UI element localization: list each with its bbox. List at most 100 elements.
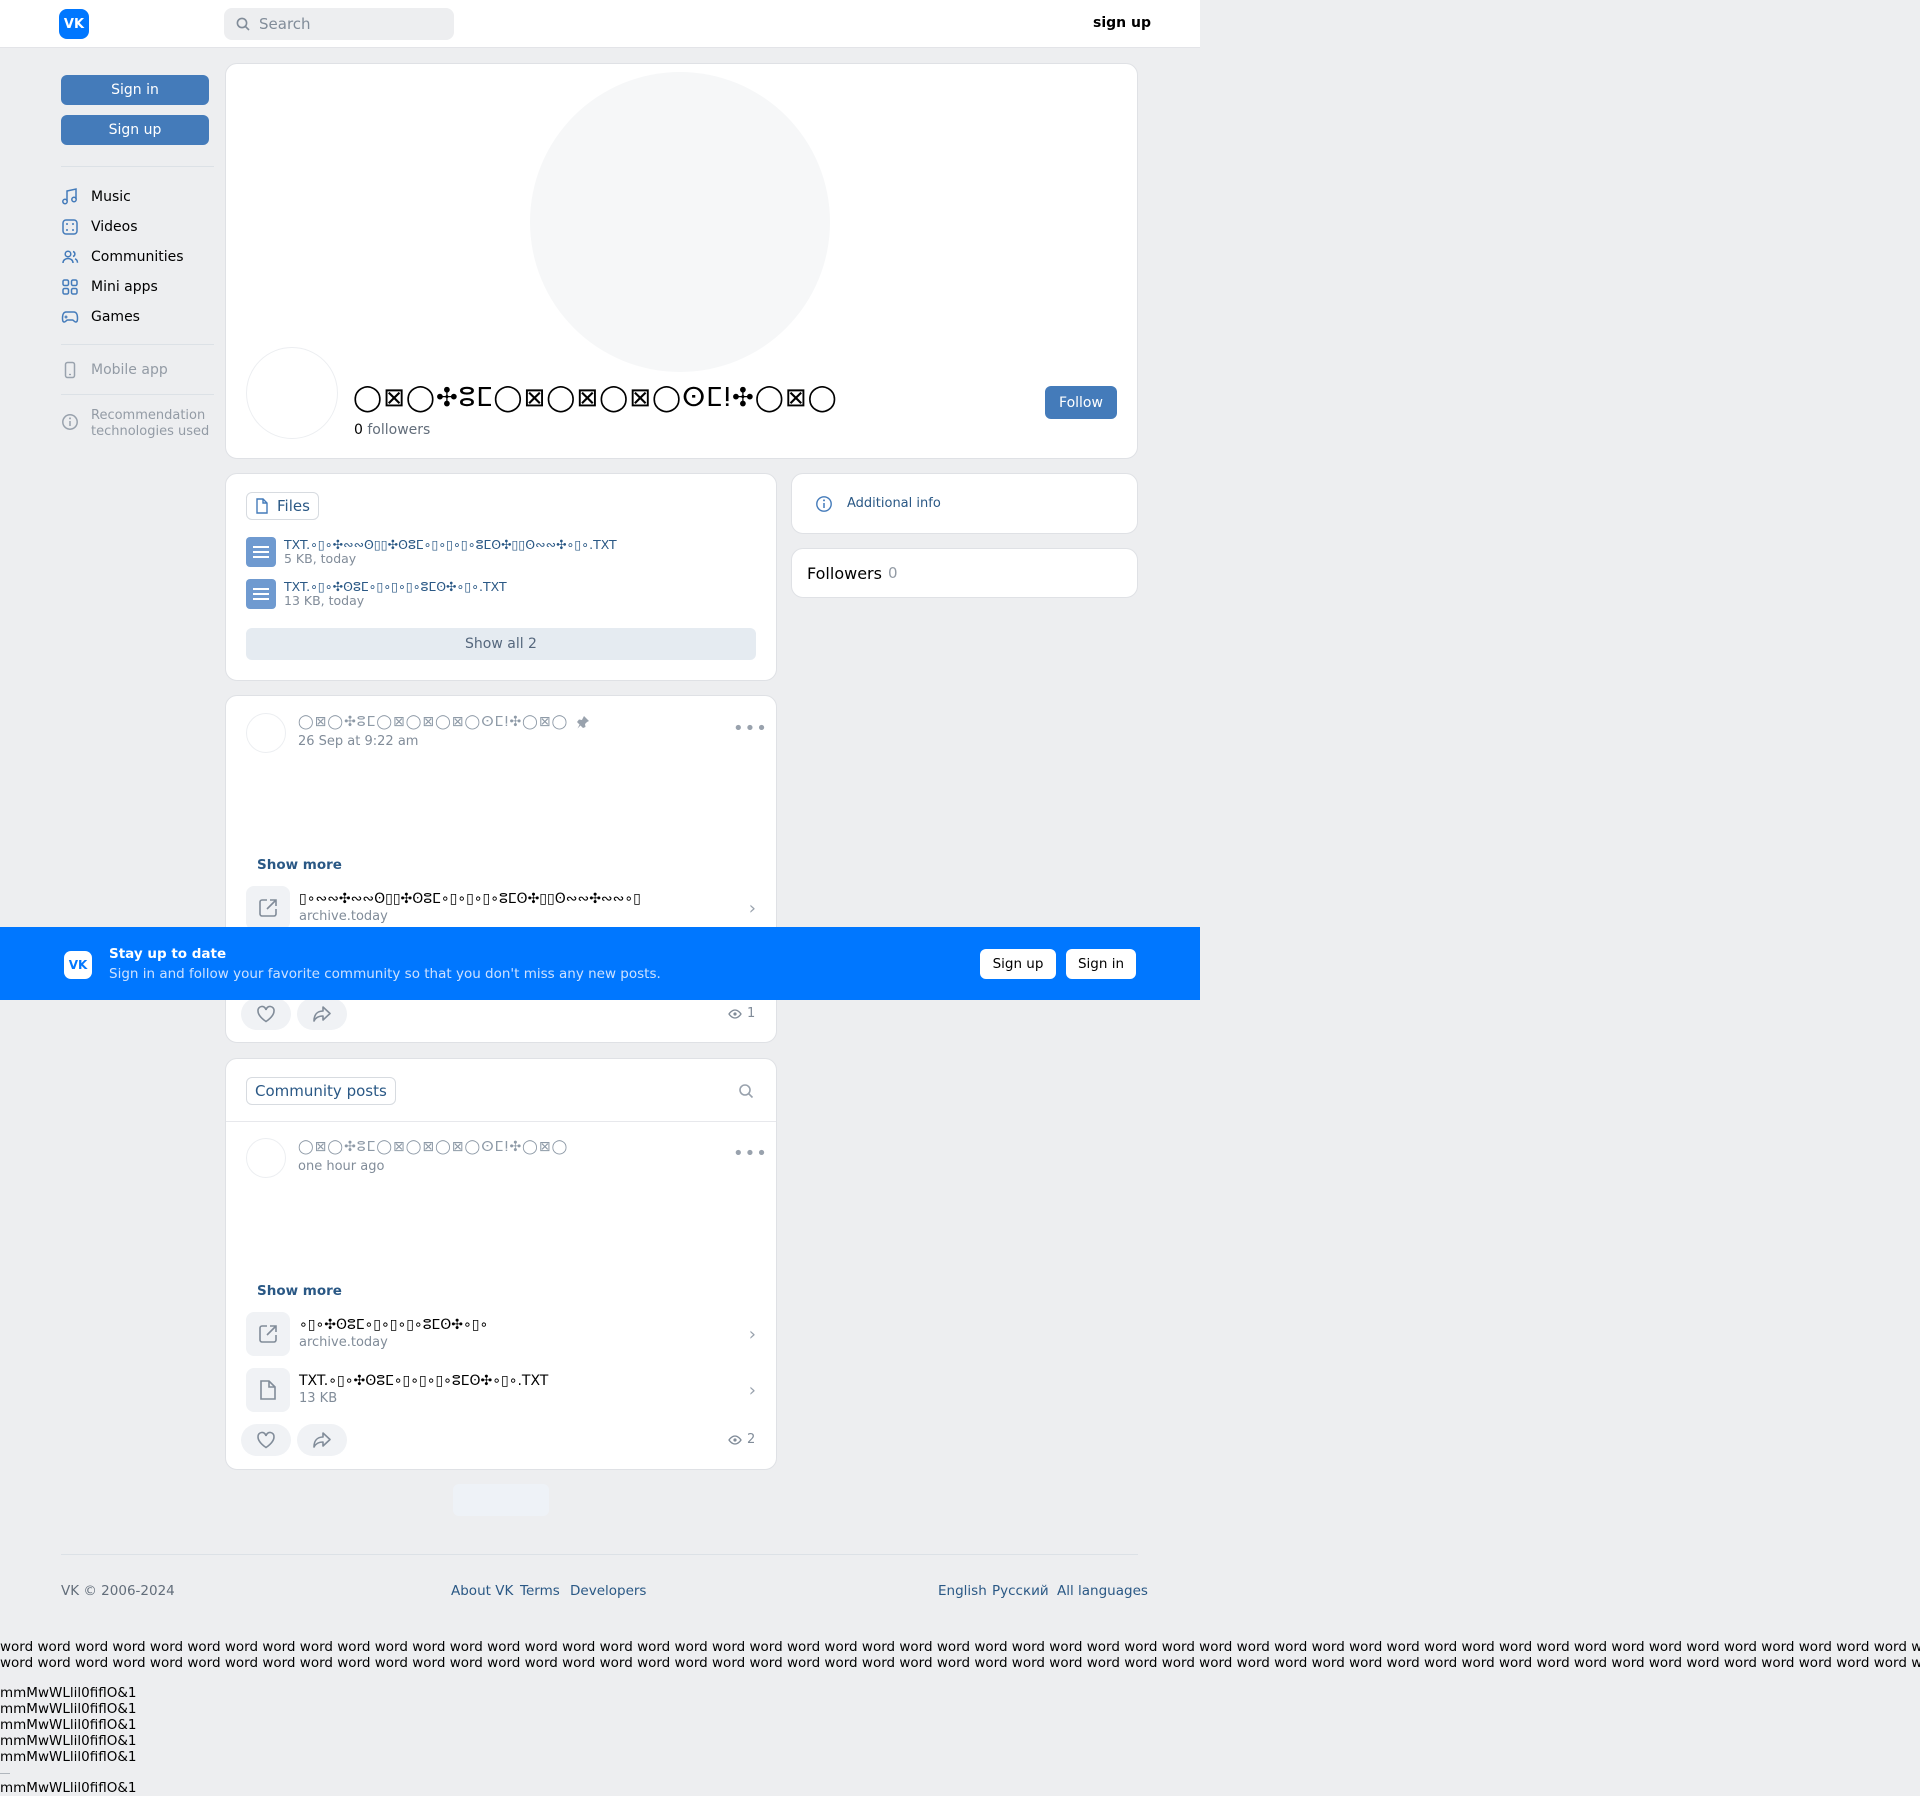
top-bar <box>0 0 1200 48</box>
search-icon <box>236 17 250 31</box>
views-count: 1 <box>747 1006 756 1021</box>
sidebar-item-videos[interactable]: Videos <box>61 218 138 236</box>
mini-apps-icon <box>62 279 78 295</box>
additional-info-card[interactable]: Additional info <box>791 473 1138 534</box>
sidebar-item-label: Videos <box>91 219 138 235</box>
additional-info-link[interactable]: Additional info <box>815 495 941 513</box>
glyph-test-line: mmMwWLlil0fiflO&1 <box>0 1749 137 1765</box>
footer-link-developers[interactable]: Developers <box>570 1583 646 1599</box>
sidebar-item-label: Mini apps <box>91 279 158 295</box>
post-time[interactable]: 26 Sep at 9:22 am <box>298 734 418 749</box>
footer-link-about[interactable]: About VK <box>451 1583 513 1599</box>
glyph-test-line: mmMwWLlil0fiflO&1 <box>0 1780 137 1796</box>
post-header: ◯⊠◯✣ⵓⵎ◯⊠◯⊠◯⊠◯ⵙⵎⵑ✣◯⊠◯ <box>298 714 590 730</box>
header-signup-link[interactable]: sign up <box>1093 15 1151 31</box>
banner-sign-up-button[interactable]: Sign up <box>980 949 1056 979</box>
community-name: ◯⊠◯✣ⵓⵎ◯⊠◯⊠◯⊠◯ⵙⵎⵑ✣◯⊠◯ <box>353 383 838 413</box>
community-posts-tab[interactable]: Community posts <box>246 1077 396 1105</box>
followers-card[interactable]: Followers 0 <box>791 548 1138 598</box>
community-followers[interactable]: 0 followers <box>354 422 430 438</box>
chevron-right-icon: › <box>748 897 756 919</box>
link-attachment[interactable]: ▯∘∾∾✣∾∾ʘ▯▯✣ʘⵓⵎ∘▯∘▯∘▯∘ⵓⵎʘ✣▯▯ʘ∾∾✣∾∾∘▯ arch… <box>246 886 756 930</box>
additional-info-label: Additional info <box>847 496 941 511</box>
sidebar-sign-up-button[interactable]: Sign up <box>61 115 209 145</box>
sidebar-item-games[interactable]: Games <box>61 308 140 326</box>
file-meta: 5 KB, today <box>284 551 357 566</box>
external-link-icon <box>246 1312 290 1356</box>
community-avatar[interactable] <box>246 347 338 439</box>
post-author-name[interactable]: ◯⊠◯✣ⵓⵎ◯⊠◯⊠◯⊠◯ⵙⵎⵑ✣◯⊠◯ <box>298 1139 568 1155</box>
sidebar-sign-in-button[interactable]: Sign in <box>61 75 209 105</box>
file-size: 13 KB <box>299 1391 338 1406</box>
sidebar-item-communities[interactable]: Communities <box>61 248 184 266</box>
word-test-line: word word word word word word word word … <box>0 1639 1920 1655</box>
follow-button[interactable]: Follow <box>1045 386 1117 419</box>
banner-title: Stay up to date <box>109 946 227 962</box>
gamepad-icon <box>61 311 79 323</box>
file-attachment[interactable]: TXT.∘▯∘✣ʘⵓⵎ∘▯∘▯∘▯∘ⵓⵎʘ✣∘▯∘.TXT 13 KB › <box>246 1368 756 1412</box>
sidebar-mobile-app[interactable]: Mobile app <box>61 361 168 379</box>
file-item[interactable]: TXT.∘▯∘✣ʘⵓⵎ∘▯∘▯∘▯∘ⵓⵎʘ✣∘▯∘.TXT 13 KB, tod… <box>246 579 507 609</box>
sidebar-item-mini-apps[interactable]: Mini apps <box>61 278 158 296</box>
eye-icon <box>728 1434 742 1445</box>
show-all-files-button[interactable]: Show all 2 <box>246 628 756 660</box>
search-input[interactable]: Search <box>224 8 454 40</box>
post-author-name[interactable]: ◯⊠◯✣ⵓⵎ◯⊠◯⊠◯⊠◯ⵙⵎⵑ✣◯⊠◯ <box>298 714 568 730</box>
music-icon <box>62 188 77 205</box>
footer-lang-english[interactable]: English <box>938 1583 987 1599</box>
more-options-icon[interactable]: ••• <box>733 1143 768 1164</box>
followers-card-title: Followers <box>807 563 882 583</box>
post-author-avatar[interactable] <box>246 713 286 753</box>
show-more-link[interactable]: Show more <box>257 1283 342 1299</box>
sidebar-item-label: Games <box>91 309 140 325</box>
footer-link-terms[interactable]: Terms <box>520 1583 560 1599</box>
file-name[interactable]: TXT.∘▯∘✣∾∾ʘ▯▯✣ʘⵓⵎ∘▯∘▯∘▯∘ⵓⵎʘ✣▯▯ʘ∾∾✣∘▯∘.TX… <box>284 538 617 552</box>
info-icon <box>62 414 78 430</box>
heart-icon <box>257 1005 275 1023</box>
show-more-link[interactable]: Show more <box>257 857 342 873</box>
text-file-icon <box>246 579 276 609</box>
like-button[interactable] <box>241 998 291 1030</box>
share-button[interactable] <box>297 1424 347 1456</box>
posts-search-icon[interactable] <box>738 1083 754 1103</box>
link-domain: archive.today <box>299 1335 388 1350</box>
banner-sign-in-button[interactable]: Sign in <box>1066 949 1136 979</box>
external-link-icon <box>246 886 290 930</box>
file-item[interactable]: TXT.∘▯∘✣∾∾ʘ▯▯✣ʘⵓⵎ∘▯∘▯∘▯∘ⵓⵎʘ✣▯▯ʘ∾∾✣∘▯∘.TX… <box>246 537 617 567</box>
glyph-test-line: mmMwWLlil0fiflO&1 <box>0 1733 137 1749</box>
cover-placeholder <box>530 72 830 372</box>
share-button[interactable] <box>297 998 347 1030</box>
link-attachment[interactable]: ∘▯∘✣ʘⵓⵎ∘▯∘▯∘▯∘ⵓⵎʘ✣∘▯∘ archive.today › <box>246 1312 756 1356</box>
footer-lang-all[interactable]: All languages <box>1057 1583 1148 1599</box>
file-meta: 13 KB, today <box>284 593 365 608</box>
sidebar-divider <box>61 394 214 395</box>
glyph-test-line: mmMwWLlil0fiflO&1 <box>0 1717 137 1733</box>
followers-label: followers <box>367 422 431 438</box>
link-domain: archive.today <box>299 909 388 924</box>
share-icon <box>313 1432 331 1448</box>
word-test-line: word word word word word word word word … <box>0 1655 1920 1671</box>
sidebar-divider <box>61 344 214 345</box>
phone-icon <box>64 361 76 379</box>
files-tab[interactable]: Files <box>246 492 319 520</box>
footer-divider <box>61 1554 1138 1555</box>
more-options-icon[interactable]: ••• <box>733 718 768 739</box>
chevron-right-icon: › <box>748 1379 756 1401</box>
footer-lang-russian[interactable]: Русский <box>992 1583 1049 1599</box>
like-button[interactable] <box>241 1424 291 1456</box>
file-name[interactable]: TXT.∘▯∘✣ʘⵓⵎ∘▯∘▯∘▯∘ⵓⵎʘ✣∘▯∘.TXT <box>284 580 507 594</box>
post-author-avatar[interactable] <box>246 1138 286 1178</box>
vk-logo[interactable]: VK <box>59 9 89 39</box>
chevron-right-icon: › <box>748 1323 756 1345</box>
community-posts-tab-label: Community posts <box>255 1082 387 1100</box>
banner-vk-logo: VK <box>64 951 92 979</box>
sidebar-recommendation[interactable]: Recommendation technologies used <box>61 408 211 440</box>
search-placeholder: Search <box>259 15 311 33</box>
document-icon <box>256 498 268 514</box>
document-icon <box>246 1368 290 1412</box>
eye-icon <box>728 1008 742 1019</box>
footer-copyright: VK © 2006-2024 <box>61 1583 175 1599</box>
sidebar-item-music[interactable]: Music <box>61 188 131 206</box>
link-title: ∘▯∘✣ʘⵓⵎ∘▯∘▯∘▯∘ⵓⵎʘ✣∘▯∘ <box>299 1317 489 1333</box>
post-time[interactable]: one hour ago <box>298 1159 384 1174</box>
